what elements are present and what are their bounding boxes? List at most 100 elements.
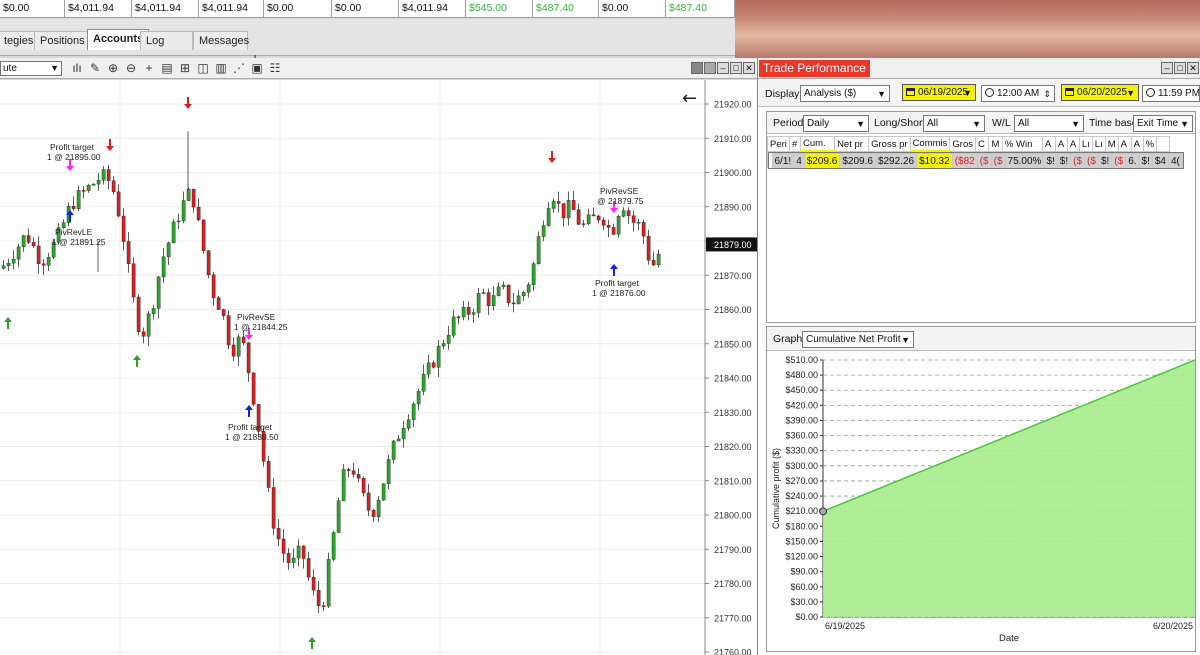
data-box-icon[interactable]: ▣	[250, 61, 264, 75]
table-row[interactable]: 6/1! 4 $209.6 $209.6 $292.26 $10.32 ($82 ($ ($ 75…	[767, 152, 1184, 169]
y-tick-label: $30.00	[790, 597, 818, 607]
chevron-down-icon: ▼	[1180, 119, 1189, 129]
account-cell: $4,011.94	[65, 0, 132, 18]
crosshair-icon[interactable]: +	[142, 61, 156, 75]
bars-icon[interactable]: ılı	[70, 61, 84, 75]
minimize-icon[interactable]: –	[717, 62, 729, 74]
chevron-down-icon: ▼	[877, 89, 886, 99]
layout-button[interactable]	[691, 62, 703, 74]
table-cell: ($82	[951, 153, 978, 168]
longshort-select[interactable]: All ▼	[923, 115, 985, 132]
account-cell: $487.40	[533, 0, 599, 18]
maximize-icon[interactable]: □	[1174, 62, 1186, 74]
interval-select[interactable]: ute ▼	[0, 61, 62, 76]
candlestick-chart[interactable]: 21920.0021910.0021900.0021890.0021880.00…	[0, 80, 757, 655]
candle-body	[206, 250, 211, 275]
candle-body	[156, 276, 161, 309]
column-header[interactable]: Gros	[949, 136, 976, 152]
indicators-icon[interactable]: ⊞	[178, 61, 192, 75]
period-value: Daily	[807, 118, 830, 129]
column-header[interactable]: A	[1054, 136, 1068, 152]
to-time-value: 11:59 PM	[1158, 88, 1200, 99]
price-tick-label: 21840.00	[714, 374, 752, 384]
to-date-picker[interactable]: 06/20/2025 ▼	[1061, 84, 1139, 101]
candle-body	[401, 428, 406, 440]
annotation-fill: 1 @ 21844.25	[234, 322, 288, 332]
tab-positions[interactable]: Positions	[34, 31, 91, 50]
candle-body	[531, 263, 536, 285]
candle-body	[421, 373, 426, 392]
price-tick-label: 21820.00	[714, 442, 752, 452]
column-header[interactable]: Lı	[1078, 136, 1093, 152]
column-header[interactable]: A	[1066, 136, 1080, 152]
timebase-select[interactable]: Exit Time ▼	[1133, 115, 1193, 132]
arrow-head	[133, 355, 141, 360]
candle-body	[326, 559, 331, 607]
performance-table[interactable]: Peri # Cum. Net pr Gross pr Commis Gros C M% Win…	[767, 136, 1184, 169]
minimize-icon[interactable]: –	[1161, 62, 1173, 74]
maximize-icon[interactable]: □	[730, 62, 742, 74]
tab-messages[interactable]: Messages	[193, 31, 249, 50]
column-header[interactable]: Cum.	[799, 136, 836, 153]
column-header[interactable]: M	[988, 136, 1003, 152]
column-header[interactable]: Net pr	[834, 136, 870, 152]
column-header[interactable]: A	[1117, 136, 1132, 152]
column-header[interactable]: Commis	[909, 136, 951, 153]
period-select[interactable]: Daily ▼	[803, 115, 869, 132]
annotation-fill: 1 @ 21830.50	[225, 432, 279, 442]
from-time-picker[interactable]: 12:00 AM ⇕	[981, 85, 1055, 102]
properties-icon[interactable]: ▤	[160, 61, 174, 75]
zoom-in-icon[interactable]: ⊕	[106, 61, 120, 75]
candle-body	[481, 292, 486, 294]
price-chart[interactable]: 21920.0021910.0021900.0021890.0021880.00…	[0, 80, 757, 655]
strategy-icon[interactable]: ▥	[214, 61, 228, 75]
to-time-picker[interactable]: 11:59 PM	[1142, 85, 1200, 102]
y-tick-label: $450.00	[785, 385, 818, 395]
template-icon[interactable]: ◫	[196, 61, 210, 75]
sell-signal-arrow	[548, 151, 556, 163]
column-header[interactable]: Lı	[1091, 136, 1106, 152]
annotation-fill: 1 @ 21895.00	[47, 152, 101, 162]
zoom-out-icon[interactable]: ⊖	[124, 61, 138, 75]
candle-body	[171, 221, 176, 244]
wl-select[interactable]: All ▼	[1014, 115, 1084, 132]
candle-body	[601, 219, 606, 226]
layout-button-2[interactable]	[704, 62, 716, 74]
column-header[interactable]: M	[1104, 136, 1119, 152]
graph-type-select[interactable]: Cumulative Net Profit ▼	[802, 331, 914, 348]
candle-body	[316, 589, 321, 606]
price-tick-label: 21890.00	[714, 202, 752, 212]
candle-body	[271, 487, 276, 529]
list-icon[interactable]: ☷	[268, 61, 282, 75]
chart-window-controls: – □ ✕	[691, 62, 755, 74]
candle-body	[6, 262, 11, 267]
column-header[interactable]: A	[1130, 136, 1144, 152]
column-header[interactable]: %	[1142, 136, 1158, 152]
close-icon[interactable]: ✕	[1187, 62, 1199, 74]
pencil-icon[interactable]: ✎	[88, 61, 102, 75]
chart-toolbar: ute ▼ ılı ✎ ⊕ ⊖ + ▤ ⊞ ◫ ▥ ⋰ ▣ ☷ – □ ✕	[0, 58, 757, 79]
column-header[interactable]: % Win	[1001, 136, 1043, 152]
back-arrow-icon[interactable]: ←	[682, 88, 697, 109]
close-icon[interactable]: ✕	[743, 62, 755, 74]
column-header[interactable]: Peri	[767, 136, 790, 152]
y-tick-label: $180.00	[785, 521, 818, 531]
candle-body	[96, 179, 101, 185]
column-header[interactable]: C	[974, 136, 990, 152]
column-header[interactable]: A	[1041, 136, 1056, 152]
from-date-picker[interactable]: 06/19/2025 ▼	[902, 84, 976, 101]
column-header[interactable]: #	[789, 136, 801, 152]
column-header[interactable]: Gross pr	[868, 136, 911, 152]
accounts-grid-row: $0.00 $4,011.94 $4,011.94 $4,011.94 $0.00 $0.…	[0, 0, 735, 18]
price-tick-label: 21870.00	[714, 271, 752, 281]
table-cell: $4	[1151, 153, 1170, 168]
arrow-head	[184, 104, 192, 109]
candle-body	[396, 438, 401, 442]
chart-style-icon[interactable]: ⋰	[232, 61, 246, 75]
display-select[interactable]: Analysis ($) ▼	[800, 85, 890, 102]
tab-log[interactable]: Log	[140, 31, 193, 50]
candle-body	[551, 201, 556, 209]
y-tick-label: $60.00	[790, 582, 818, 592]
performance-panel: Period Daily ▼ Long/Short All ▼ W/L All …	[766, 111, 1196, 323]
trade-performance-titlebar[interactable]: Trade Performance – □ ✕	[758, 58, 1200, 79]
